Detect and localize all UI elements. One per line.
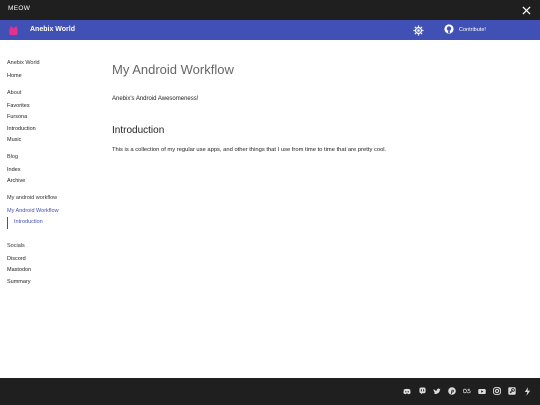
kofi-icon[interactable] bbox=[523, 386, 531, 396]
instagram-icon[interactable] bbox=[493, 387, 501, 395]
sidebar-item-mastodon[interactable]: Mastodon bbox=[7, 265, 97, 277]
page-lead: Anebix's Android Awesomeness! bbox=[112, 96, 199, 102]
sidebar-item-home[interactable]: Home bbox=[7, 71, 97, 83]
site-title[interactable]: Anebix World bbox=[30, 26, 75, 33]
github-icon bbox=[444, 24, 454, 36]
steam-icon[interactable] bbox=[508, 387, 516, 395]
sidebar-group-title: My android workflow bbox=[7, 194, 58, 201]
site-footer bbox=[0, 378, 540, 405]
sidebar-group: My android workflow My Android Workflow … bbox=[7, 195, 97, 229]
sidebar-subitem-introduction[interactable]: Introduction bbox=[7, 217, 97, 229]
sidebar-group-title: Blog bbox=[7, 153, 19, 160]
sidebar-item-my-android-workflow[interactable]: My Android Workflow bbox=[7, 206, 97, 218]
section-body: This is a collection of my regular use a… bbox=[112, 147, 387, 153]
sidebar-group-title: Socials bbox=[7, 242, 25, 249]
section-heading: Introduction bbox=[112, 125, 165, 136]
sidebar-group: About Favorites Fursona Introduction Mus… bbox=[7, 90, 97, 147]
pinterest-icon[interactable] bbox=[448, 387, 456, 395]
youtube-icon[interactable] bbox=[478, 387, 486, 395]
sidebar-item-archive[interactable]: Archive bbox=[7, 176, 97, 188]
sidebar-item-discord[interactable]: Discord bbox=[7, 254, 97, 266]
sidebar-nav: Anebix World Home About Favorites Furson… bbox=[7, 60, 97, 295]
page-title: My Android Workflow bbox=[112, 62, 234, 77]
social-icons bbox=[403, 386, 531, 396]
sidebar-item-index[interactable]: Index bbox=[7, 165, 97, 177]
sidebar-item-summary[interactable]: Summary bbox=[7, 277, 97, 289]
mastodon-icon[interactable] bbox=[418, 387, 426, 395]
sidebar-item-favorites[interactable]: Favorites bbox=[7, 101, 97, 113]
sidebar-item-introduction[interactable]: Introduction bbox=[7, 124, 97, 136]
sidebar-item-music[interactable]: Music bbox=[7, 135, 97, 147]
close-icon[interactable] bbox=[519, 3, 533, 17]
sidebar-group-title: Anebix World bbox=[7, 60, 40, 66]
site-header: Anebix World Contribute! bbox=[0, 20, 540, 40]
discord-icon[interactable] bbox=[403, 387, 411, 395]
theme-toggle-icon[interactable] bbox=[412, 24, 424, 36]
site-logo-icon[interactable] bbox=[7, 24, 19, 36]
sidebar-item-fursona[interactable]: Fursona bbox=[7, 112, 97, 124]
sidebar-group: Blog Index Archive bbox=[7, 154, 97, 188]
sidebar-group: Anebix World Home bbox=[7, 60, 97, 83]
lastfm-icon[interactable] bbox=[463, 387, 471, 395]
main-content: My Android Workflow Anebix's Android Awe… bbox=[112, 62, 522, 153]
sidebar-group: Socials Discord Mastodon Summary bbox=[7, 243, 97, 289]
contribute-link[interactable]: Contribute! bbox=[444, 24, 486, 36]
contribute-label: Contribute! bbox=[459, 27, 486, 33]
window-titlebar: MEOW bbox=[0, 0, 540, 20]
twitter-icon[interactable] bbox=[433, 387, 441, 395]
window-title: MEOW bbox=[8, 5, 31, 12]
sidebar-group-title: About bbox=[7, 89, 22, 96]
